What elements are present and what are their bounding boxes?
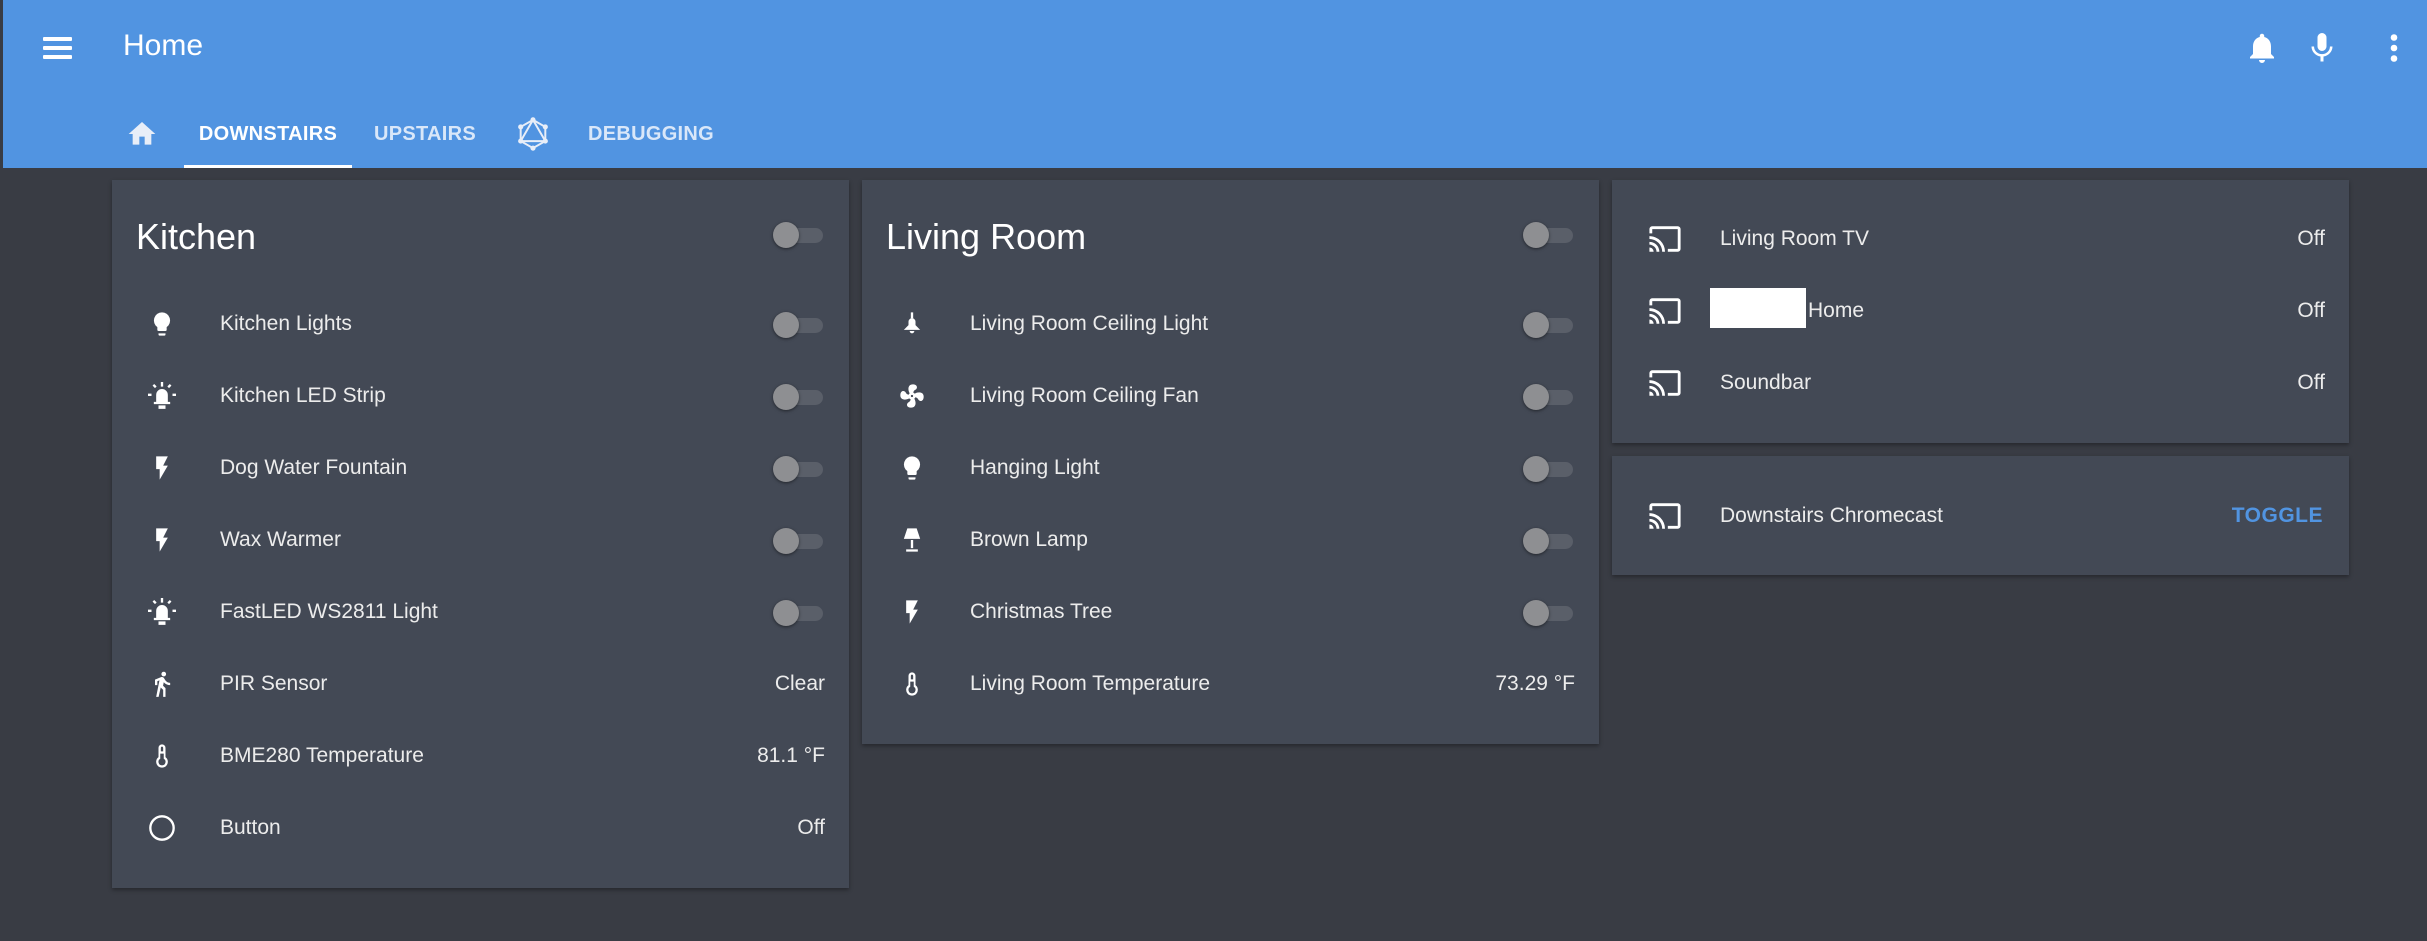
- entity-name[interactable]: Button: [220, 816, 281, 840]
- entity-name[interactable]: Dog Water Fountain: [220, 456, 407, 480]
- media-state: Off: [2297, 299, 2325, 322]
- entity-row: Kitchen Lights: [112, 288, 849, 360]
- entity-name[interactable]: BME280 Temperature: [220, 744, 424, 768]
- cast-icon: [1648, 499, 1682, 533]
- entity-name[interactable]: Hanging Light: [970, 456, 1100, 480]
- thermometer-icon: [148, 742, 176, 770]
- card-title: Living Room: [886, 216, 1087, 257]
- entity-row: Kitchen LED Strip: [112, 360, 849, 432]
- living-room-card: Living Room Living Room Ceiling Light Li…: [862, 180, 1599, 744]
- page-title: Home: [123, 29, 204, 62]
- tab-home[interactable]: [115, 100, 169, 168]
- cast-icon: [1648, 294, 1682, 328]
- lightbulb-icon: [898, 454, 926, 482]
- flash-icon: [148, 526, 176, 554]
- media-name[interactable]: Downstairs Chromecast: [1720, 504, 1943, 528]
- tab-upstairs[interactable]: UPSTAIRS: [366, 100, 484, 168]
- entity-row: Living Room Temperature 73.29 °F: [862, 648, 1599, 720]
- entity-row: Dog Water Fountain: [112, 432, 849, 504]
- kitchen-group-toggle[interactable]: [773, 222, 825, 248]
- entity-name[interactable]: Kitchen LED Strip: [220, 384, 386, 408]
- app-toolbar: Home DOWNSTAIRS UPSTAIRS DEBUGGING: [3, 0, 2427, 168]
- entity-row: Living Room Ceiling Fan: [862, 360, 1599, 432]
- entity-toggle[interactable]: [1523, 600, 1575, 626]
- media-name[interactable]: Soundbar: [1720, 371, 1811, 395]
- entity-row: Living Room Ceiling Light: [862, 288, 1599, 360]
- entity-toggle[interactable]: [1523, 528, 1575, 554]
- cast-icon: [1648, 222, 1682, 256]
- entity-name[interactable]: PIR Sensor: [220, 672, 327, 696]
- entity-row: Button Off: [112, 792, 849, 864]
- entity-toggle[interactable]: [773, 456, 825, 482]
- lightbulb-icon: [148, 310, 176, 338]
- entity-row: PIR Sensor Clear: [112, 648, 849, 720]
- home-icon: [128, 122, 156, 145]
- entity-toggle[interactable]: [1523, 312, 1575, 338]
- tab-graph[interactable]: [505, 100, 561, 168]
- circle-icon: [148, 814, 176, 842]
- media-state: Off: [2297, 371, 2325, 394]
- walk-icon: [148, 670, 176, 698]
- media-state: Off: [2297, 227, 2325, 250]
- entity-row: BME280 Temperature 81.1 °F: [112, 720, 849, 792]
- entity-row: Wax Warmer: [112, 504, 849, 576]
- entity-state: Clear: [774, 672, 825, 695]
- led-strip-icon: [148, 382, 176, 410]
- toggle-button[interactable]: TOGGLE: [2232, 504, 2323, 528]
- chromecast-card: Downstairs Chromecast TOGGLE: [1612, 456, 2349, 575]
- entity-toggle[interactable]: [773, 312, 825, 338]
- entity-state: Off: [797, 816, 825, 839]
- lamp-icon: [898, 526, 926, 554]
- view-tabs: DOWNSTAIRS UPSTAIRS DEBUGGING: [3, 100, 2427, 168]
- more-vert-icon[interactable]: [2376, 30, 2412, 66]
- thermometer-icon: [898, 670, 926, 698]
- flash-icon: [898, 598, 926, 626]
- entity-row: Christmas Tree: [862, 576, 1599, 648]
- entity-name[interactable]: Wax Warmer: [220, 528, 341, 552]
- media-row: Living Room TV Off: [1612, 203, 2349, 275]
- entity-state: 73.29 °F: [1495, 672, 1575, 695]
- media-row: Downstairs Chromecast TOGGLE: [1612, 480, 2349, 552]
- entity-state: 81.1 °F: [757, 744, 825, 767]
- card-title: Kitchen: [136, 216, 257, 257]
- entity-name[interactable]: Kitchen Lights: [220, 312, 352, 336]
- bell-icon[interactable]: [2244, 30, 2280, 66]
- ceiling-light-icon: [898, 310, 926, 338]
- media-name[interactable]: Living Room TV: [1720, 227, 1869, 251]
- led-strip-icon: [148, 598, 176, 626]
- flash-icon: [148, 454, 176, 482]
- microphone-icon[interactable]: [2304, 30, 2340, 66]
- cast-icon: [1648, 366, 1682, 400]
- entity-row: Brown Lamp: [862, 504, 1599, 576]
- menu-icon[interactable]: [41, 31, 81, 65]
- entity-toggle[interactable]: [1523, 456, 1575, 482]
- entity-name[interactable]: FastLED WS2811 Light: [220, 600, 438, 624]
- graph-icon: [518, 117, 548, 151]
- entity-row: Hanging Light: [862, 432, 1599, 504]
- entity-row: FastLED WS2811 Light: [112, 576, 849, 648]
- entity-toggle[interactable]: [773, 528, 825, 554]
- fan-icon: [898, 382, 926, 410]
- kitchen-card: Kitchen Kitchen Lights Kitchen LED Strip…: [112, 180, 849, 888]
- entity-name[interactable]: Christmas Tree: [970, 600, 1112, 624]
- redacted-block: [1710, 288, 1806, 328]
- entity-name[interactable]: Living Room Ceiling Light: [970, 312, 1208, 336]
- tab-debugging[interactable]: DEBUGGING: [579, 100, 723, 168]
- entity-toggle[interactable]: [773, 600, 825, 626]
- living-room-group-toggle[interactable]: [1523, 222, 1575, 248]
- entity-name[interactable]: Living Room Temperature: [970, 672, 1210, 696]
- tab-downstairs[interactable]: DOWNSTAIRS: [184, 100, 352, 168]
- media-name[interactable]: Home: [1808, 299, 1864, 323]
- entity-name[interactable]: Living Room Ceiling Fan: [970, 384, 1199, 408]
- entity-name[interactable]: Brown Lamp: [970, 528, 1088, 552]
- media-row: Soundbar Off: [1612, 347, 2349, 419]
- entity-toggle[interactable]: [1523, 384, 1575, 410]
- entity-toggle[interactable]: [773, 384, 825, 410]
